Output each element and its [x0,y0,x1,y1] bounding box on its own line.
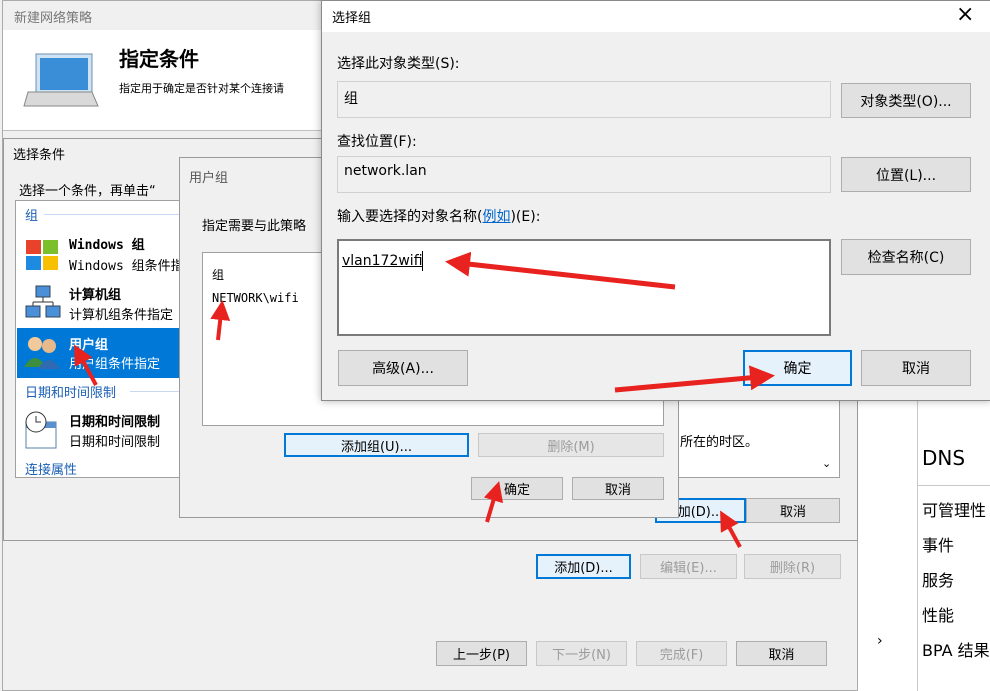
condition-windows-title[interactable]: Windows 组 [69,234,145,253]
select-condition-instruction: 选择一个条件，再单击“ [19,184,156,199]
sm-item-events[interactable]: 事件 [922,532,954,556]
advanced-button[interactable]: 高级(A)... [338,350,468,386]
condition-windows-desc: Windows 组条件指 [69,259,184,274]
condition-date-header: 日期和时间限制 [25,386,117,401]
select-condition-title: 选择条件 [13,148,66,163]
date-header-line [130,391,184,392]
close-icon[interactable]: × [956,2,974,27]
condition-computer-desc: 计算机组条件指定 [69,308,174,323]
object-name-label: 输入要选择的对象名称(例如)(E): [337,206,540,226]
sm-item-services[interactable]: 服务 [922,567,954,591]
wizard-remove-button[interactable]: 删除(R) [744,554,841,579]
dns-section-title: DNS [922,446,966,470]
examples-link[interactable]: 例如 [482,209,510,225]
user-group-icon [22,333,62,371]
user-group-ok-button[interactable]: 确定 [471,477,563,500]
condition-user-title[interactable]: 用户组 [69,334,108,353]
check-names-button[interactable]: 检查名称(C) [841,239,971,275]
object-name-label-post: )(E): [510,209,541,225]
user-group-instruction: 指定需要与此策略 [202,219,307,234]
group-header-line [44,214,184,215]
select-group-ok-button[interactable]: 确定 [743,350,852,386]
wizard-add-button[interactable]: 添加(D)... [536,554,631,579]
wizard-edit-button[interactable]: 编辑(E)... [640,554,737,579]
location-field: network.lan [337,156,831,193]
chevron-right-icon[interactable]: › [877,633,883,649]
chevron-down-icon[interactable]: ⌄ [822,457,831,470]
sm-item-performance[interactable]: 性能 [922,602,954,626]
wizard-header-desc: 指定用于确定是否针对某个连接请 [119,82,284,95]
object-name-label-pre: 输入要选择的对象名称( [337,209,483,225]
object-name-textarea[interactable]: vlan172wifi [337,239,831,336]
object-types-button[interactable]: 对象类型(O)... [841,83,971,118]
next-button[interactable]: 下一步(N) [536,641,627,666]
condition-user-desc: 用户组条件指定 [69,357,161,372]
computer-group-icon [24,284,62,322]
condition-group-header: 组 [25,209,39,224]
wizard-cancel-button[interactable]: 取消 [736,641,827,666]
sm-item-manageability[interactable]: 可管理性 [922,497,986,521]
timezone-text: 所在的时区。 [680,435,759,450]
dns-underline [917,485,990,486]
finish-button[interactable]: 完成(F) [636,641,727,666]
object-type-field: 组 [337,81,831,118]
text-cursor [422,251,423,271]
user-group-list-header: 组 [212,268,225,282]
network-computer-icon [22,50,100,112]
condition-cancel-button[interactable]: 取消 [746,498,840,523]
location-label: 查找位置(F): [337,134,417,150]
select-group-title: 选择组 [332,11,372,26]
sm-item-bpa[interactable]: BPA 结果 [922,637,990,661]
wizard-header-divider [3,130,333,131]
object-name-value: vlan172wifi [342,253,423,269]
calendar-clock-icon [22,410,62,450]
object-type-label: 选择此对象类型(S): [337,56,460,72]
user-group-entry[interactable]: NETWORK\wifi [212,291,299,305]
user-group-cancel-button[interactable]: 取消 [572,477,664,500]
condition-computer-title[interactable]: 计算机组 [69,284,121,303]
windows-flag-icon [24,238,60,272]
locations-button[interactable]: 位置(L)... [841,157,971,192]
condition-connection-header: 连接属性 [25,463,78,478]
prev-button[interactable]: 上一步(P) [436,641,527,666]
condition-date-desc: 日期和时间限制 [69,435,161,450]
user-group-title: 用户组 [189,171,229,186]
wizard-header-title: 指定条件 [119,47,199,71]
condition-date-title[interactable]: 日期和时间限制 [69,411,160,430]
user-group-remove-button[interactable]: 删除(M) [478,433,664,457]
add-group-button[interactable]: 添加组(U)... [284,433,469,457]
select-group-cancel-button[interactable]: 取消 [861,350,971,386]
wizard-title: 新建网络策略 [14,11,93,26]
